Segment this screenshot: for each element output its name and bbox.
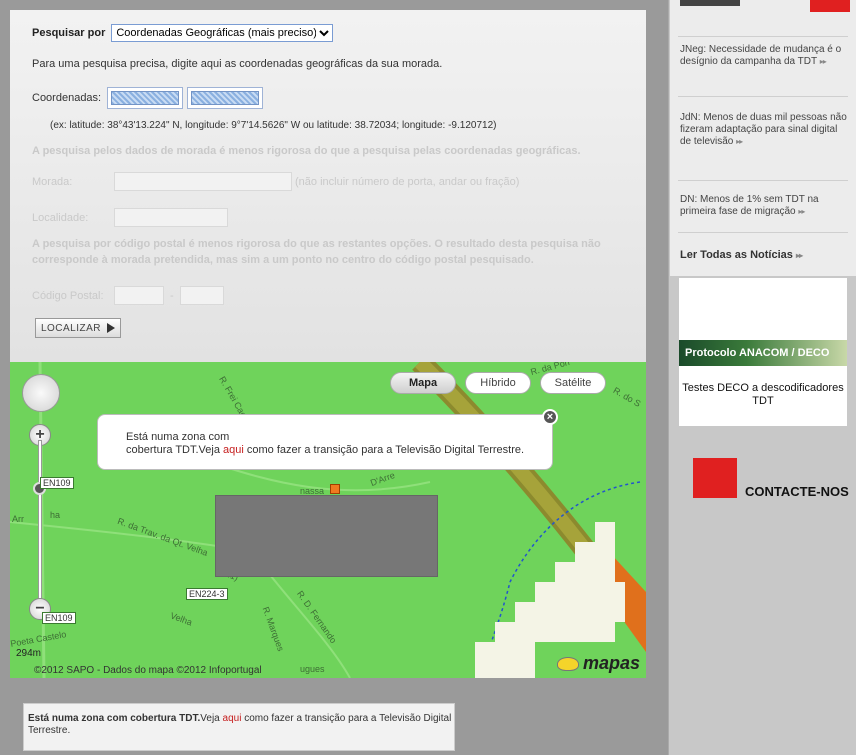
map-credit: ©2012 SAPO - Dados do mapa ©2012 Infopor… — [34, 665, 262, 676]
zoom-slider-track[interactable] — [38, 440, 42, 608]
locate-button-label: LOCALIZAR — [40, 322, 102, 334]
coverage-message-text: Veja — [200, 713, 223, 724]
anacom-deco-banner[interactable]: Protocolo ANACOM / DECO Testes DECO a de… — [679, 278, 847, 426]
banner-strip-title: Protocolo ANACOM / DECO — [679, 340, 847, 366]
news-item[interactable]: JNeg: Necessidade de mudança é o desígni… — [680, 44, 848, 68]
map-scale: 294m — [16, 648, 42, 659]
popup-close-icon[interactable]: × — [542, 409, 558, 425]
news-item[interactable]: JdN: Menos de duas mil pessoas não fizer… — [680, 112, 848, 148]
morada-hint: (não incluir número de porta, andar ou f… — [295, 175, 520, 188]
search-type-select[interactable]: Coordenadas Geográficas (mais preciso) — [111, 24, 334, 42]
morada-input[interactable] — [114, 172, 292, 191]
double-arrow-icon: ▸▸ — [795, 251, 803, 260]
street-label-ha: ha — [50, 510, 61, 520]
street-label-ugues: ugues — [300, 664, 325, 674]
news-item[interactable]: DN: Menos de 1% sem TDT na primeira fase… — [680, 194, 848, 218]
news-heading-fragment — [680, 0, 740, 6]
news-heading-icon — [810, 0, 850, 12]
frog-logo-icon — [556, 656, 579, 671]
contact-us-label: CONTACTE-NOS — [745, 484, 849, 499]
search-by-label: Pesquisar por — [32, 27, 106, 39]
popup-aqui-link[interactable]: aqui — [223, 444, 244, 456]
longitude-input[interactable] — [187, 87, 264, 109]
street-label-arr: Arr — [12, 514, 24, 524]
news-panel: JNeg: Necessidade de mudança é o desígni… — [670, 0, 856, 276]
coordinates-label: Coordenadas: — [32, 92, 102, 104]
latitude-input[interactable] — [107, 87, 184, 109]
map-type-mapa-button[interactable]: Mapa — [390, 372, 456, 394]
instruction-text: Para uma pesquisa precisa, digite aqui a… — [32, 58, 443, 70]
localidade-label: Localidade: — [32, 211, 89, 224]
postal-code-input-2[interactable] — [179, 286, 224, 305]
map-type-hibrido-button[interactable]: Híbrido — [465, 372, 531, 394]
popup-line-1: Está numa zona com — [126, 431, 230, 443]
popup-line-2: cobertura TDT.Veja aqui como fazer a tra… — [126, 444, 525, 456]
postal-code-input-1[interactable] — [114, 286, 164, 305]
postal-code-label: Código Postal: — [32, 289, 104, 302]
postal-note: A pesquisa por código postal é menos rig… — [32, 238, 601, 266]
pencil-icon — [693, 458, 737, 498]
coordinates-example: (ex: latitude: 38°43'13.224" N, longitud… — [50, 120, 497, 131]
double-arrow-icon: ▸▸ — [798, 207, 805, 216]
redacted-region — [215, 495, 438, 577]
location-marker-icon[interactable] — [330, 484, 340, 494]
coverage-aqui-link[interactable]: aqui — [223, 713, 242, 724]
localidade-input[interactable] — [114, 208, 228, 227]
postal-code-separator: - — [170, 289, 174, 302]
mapas-logo-text: mapas — [582, 653, 640, 673]
contact-us-link[interactable]: CONTACTE-NOS — [679, 458, 856, 504]
mapas-logo: mapas — [556, 653, 640, 674]
coverage-message: Está numa zona com cobertura TDT.Veja aq… — [23, 703, 455, 751]
read-all-news-link[interactable]: Ler Todas as Notícias ▸▸ — [680, 249, 848, 262]
locate-button[interactable]: LOCALIZAR — [35, 318, 121, 338]
pan-control[interactable] — [22, 374, 60, 412]
double-arrow-icon: ▸▸ — [736, 137, 743, 146]
coverage-popup: Está numa zona com cobertura TDT.Veja aq… — [97, 409, 558, 470]
map-type-satelite-button[interactable]: Satélite — [540, 372, 606, 394]
morada-label: Morada: — [32, 175, 73, 188]
play-arrow-icon — [107, 323, 116, 333]
address-note: A pesquisa pelos dados de morada é menos… — [32, 145, 581, 157]
coverage-map[interactable]: + − Mapa Híbrido Satélite EN109 EN109 EN… — [10, 362, 646, 678]
right-sidebar: JNeg: Necessidade de mudança é o desígni… — [668, 0, 856, 755]
road-shield-en109-b: EN109 — [42, 612, 76, 624]
banner-text: Testes DECO a descodificadores TDT — [682, 382, 844, 407]
search-form-panel: Pesquisar por Coordenadas Geográficas (m… — [10, 10, 646, 362]
coverage-message-bold: Está numa zona com cobertura TDT. — [28, 713, 201, 724]
double-arrow-icon: ▸▸ — [819, 57, 827, 66]
road-shield-en109: EN109 — [40, 477, 74, 489]
road-shield-en224: EN224-3 — [186, 588, 228, 600]
